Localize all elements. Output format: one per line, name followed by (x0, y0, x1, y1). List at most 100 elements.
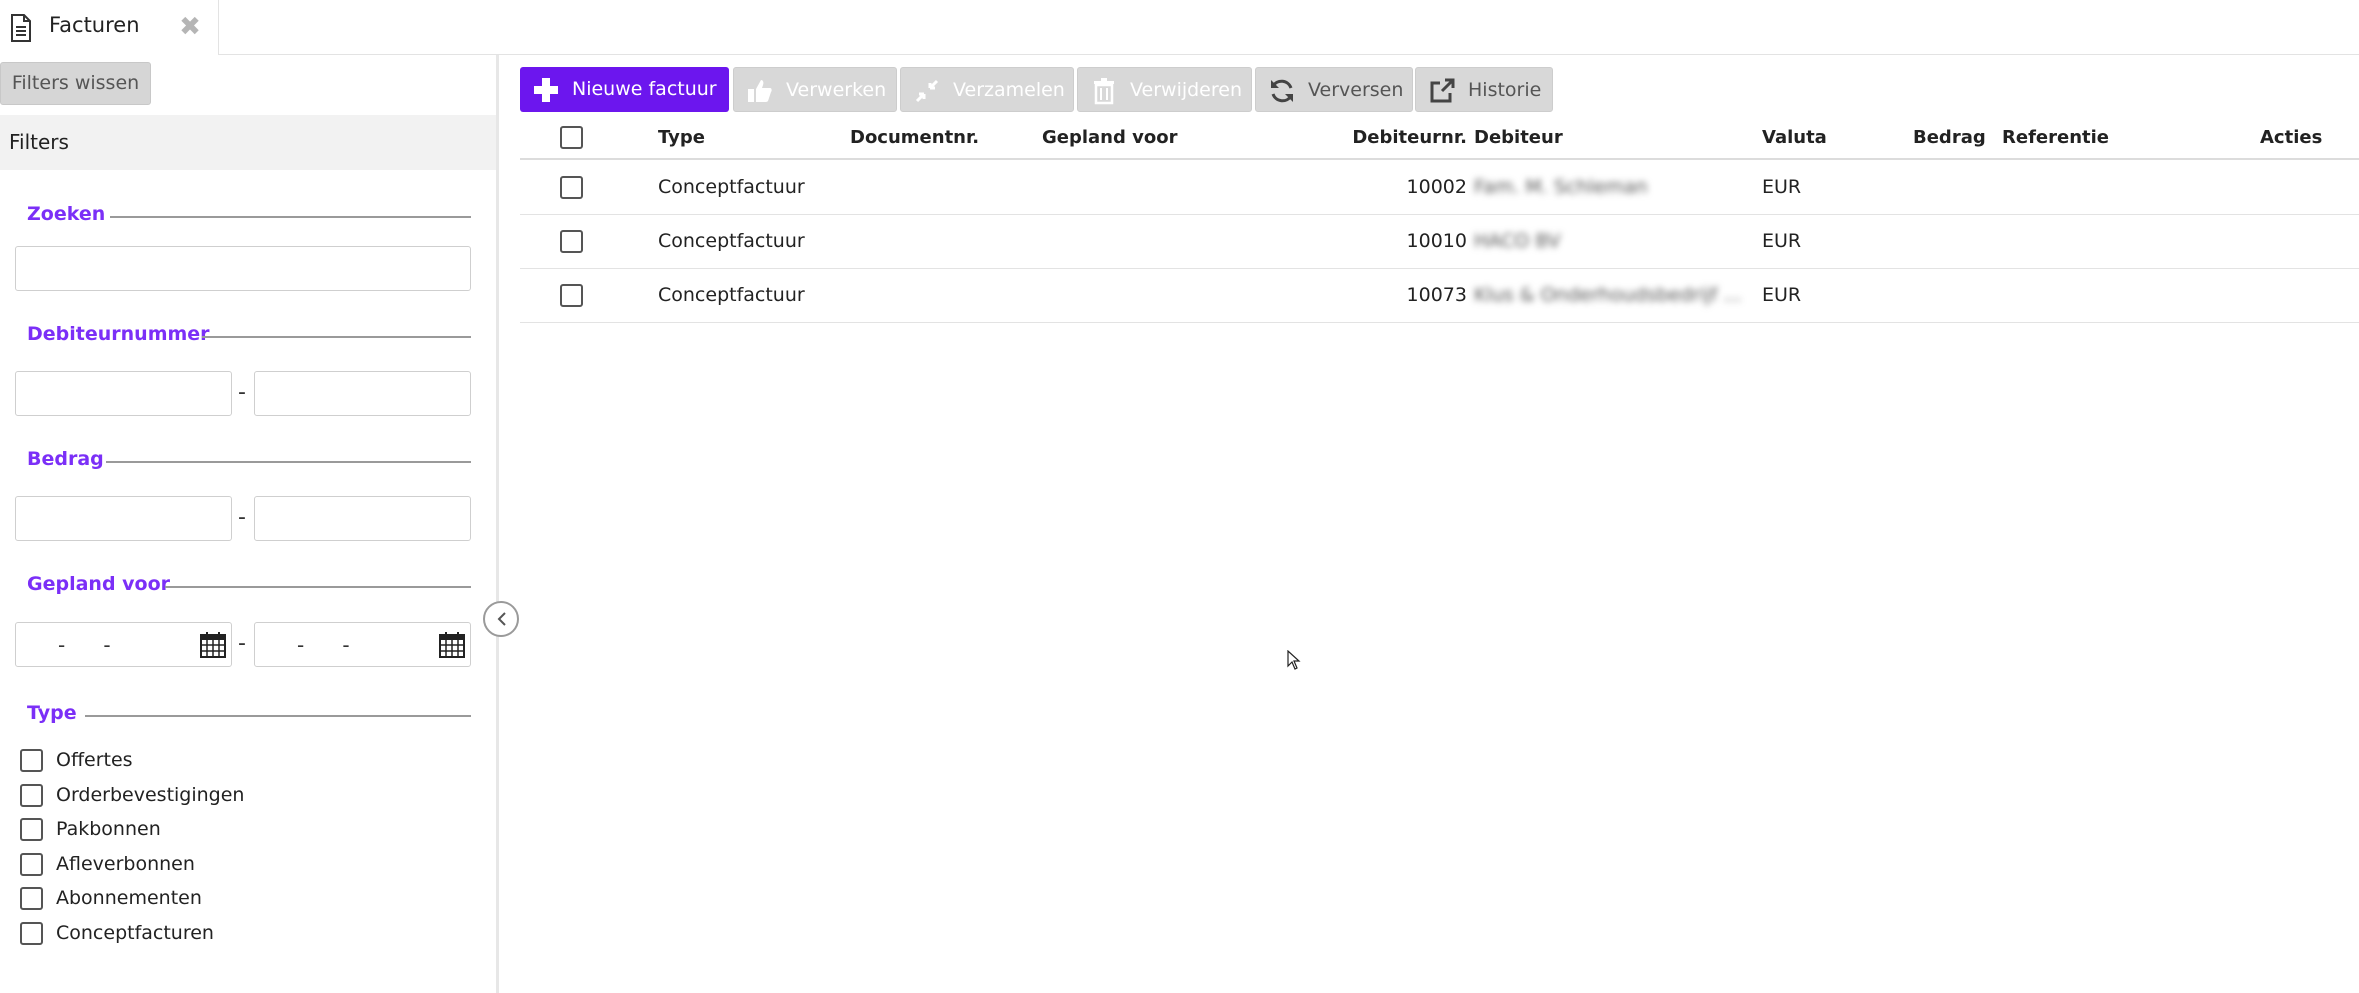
calendar-icon[interactable] (200, 632, 226, 658)
amount-to-input[interactable] (254, 496, 471, 541)
section-divider (106, 461, 471, 463)
filter-sidebar: Filters wissen Filters Zoeken Debiteurnu… (0, 55, 496, 993)
checkbox-label: Orderbevestigingen (56, 784, 245, 806)
button-label: Nieuwe factuur (572, 78, 717, 100)
collect-button[interactable]: Verzamelen (900, 67, 1074, 112)
section-title-search: Zoeken (27, 203, 106, 225)
search-input[interactable] (15, 246, 471, 291)
type-option-afleverbonnen[interactable]: Afleverbonnen (20, 851, 195, 877)
column-header-debtor[interactable]: Debiteur (1474, 127, 1563, 148)
cell-type: Conceptfactuur (658, 230, 805, 252)
plus-icon (534, 78, 558, 102)
select-all-checkbox[interactable] (560, 126, 583, 149)
section-title-scheduled-for: Gepland voor (27, 573, 171, 595)
range-separator: - (238, 505, 246, 530)
sidebar-divider[interactable] (496, 55, 499, 993)
type-option-conceptfacturen[interactable]: Conceptfacturen (20, 920, 214, 946)
column-header-amount[interactable]: Bedrag (1913, 127, 1986, 148)
checkbox-label: Offertes (56, 749, 133, 771)
clear-filters-button[interactable]: Filters wissen (0, 62, 151, 105)
compress-icon (915, 79, 939, 103)
table-row[interactable]: Conceptfactuur 10010 HACO BV EUR (520, 215, 2359, 269)
close-icon[interactable]: ✖ (178, 14, 202, 40)
delete-button[interactable]: Verwijderen (1077, 67, 1252, 112)
calendar-icon[interactable] (439, 632, 465, 658)
checkbox[interactable] (20, 783, 43, 807)
filters-header: Filters (0, 115, 496, 170)
range-separator: - (238, 631, 246, 656)
cell-debtor-nr: 10002 (1406, 176, 1467, 198)
checkbox-label: Pakbonnen (56, 818, 161, 840)
table-row[interactable]: Conceptfactuur 10073 Klus & Onderhoudsbe… (520, 269, 2359, 323)
document-icon (11, 14, 31, 42)
cell-currency: EUR (1762, 230, 1802, 252)
cell-debtor: Fam. M. Schleman (1474, 176, 1648, 198)
checkbox-label: Afleverbonnen (56, 853, 195, 875)
checkbox[interactable] (20, 921, 43, 945)
column-header-debtor-nr[interactable]: Debiteurnr. (1300, 127, 1467, 148)
checkbox[interactable] (20, 852, 43, 876)
checkbox[interactable] (20, 748, 43, 772)
section-divider (202, 336, 471, 338)
type-option-pakbonnen[interactable]: Pakbonnen (20, 816, 161, 842)
column-header-currency[interactable]: Valuta (1762, 127, 1827, 148)
cell-debtor-nr: 10010 (1406, 230, 1467, 252)
checkbox-label: Abonnementen (56, 887, 202, 909)
cell-debtor-nr: 10073 (1406, 284, 1467, 306)
section-title-amount: Bedrag (27, 448, 104, 470)
section-title-debtor-number: Debiteurnummer (27, 323, 210, 345)
cell-type: Conceptfactuur (658, 284, 805, 306)
date-placeholder: - - (297, 633, 350, 657)
section-divider (85, 715, 471, 717)
button-label: Verwijderen (1130, 79, 1242, 101)
process-button[interactable]: Verwerken (733, 67, 897, 112)
row-checkbox[interactable] (560, 284, 583, 307)
type-option-orderbevestigingen[interactable]: Orderbevestigingen (20, 782, 244, 808)
date-from-input[interactable]: - - (15, 622, 232, 667)
type-option-abonnementen[interactable]: Abonnementen (20, 885, 202, 911)
cell-currency: EUR (1762, 284, 1802, 306)
column-header-document-nr[interactable]: Documentnr. (850, 127, 979, 148)
new-invoice-button[interactable]: Nieuwe factuur (520, 67, 729, 112)
collapse-sidebar-button[interactable] (483, 601, 519, 637)
column-header-actions: Acties (2260, 127, 2323, 148)
checkbox[interactable] (20, 817, 43, 841)
checkbox[interactable] (20, 886, 43, 910)
section-divider (110, 216, 471, 218)
checkbox-label: Conceptfacturen (56, 922, 214, 944)
thumbs-up-icon (748, 80, 772, 102)
chevron-left-icon (497, 612, 506, 626)
button-label: Verwerken (786, 79, 887, 101)
date-to-input[interactable]: - - (254, 622, 471, 667)
row-checkbox[interactable] (560, 230, 583, 253)
button-label: Historie (1468, 79, 1542, 101)
section-divider (165, 586, 471, 588)
button-label: Verzamelen (953, 79, 1065, 101)
debtor-number-to-input[interactable] (254, 371, 471, 416)
row-checkbox[interactable] (560, 176, 583, 199)
cell-type: Conceptfactuur (658, 176, 805, 198)
debtor-number-from-input[interactable] (15, 371, 232, 416)
button-label: Verversen (1308, 79, 1404, 101)
tab-bar: Facturen ✖ (0, 0, 2359, 55)
column-header-type[interactable]: Type (658, 127, 705, 148)
column-header-reference[interactable]: Referentie (2002, 127, 2109, 148)
range-separator: - (238, 380, 246, 405)
section-title-type: Type (27, 702, 77, 724)
mouse-cursor-icon (1287, 650, 1301, 670)
cell-debtor: HACO BV (1474, 230, 1561, 252)
tab-label: Facturen (49, 13, 140, 37)
refresh-icon (1271, 79, 1293, 103)
tab-facturen[interactable]: Facturen ✖ (0, 0, 219, 55)
table-row[interactable]: Conceptfactuur 10002 Fam. M. Schleman EU… (520, 161, 2359, 215)
date-placeholder: - - (58, 633, 111, 657)
refresh-button[interactable]: Verversen (1255, 67, 1413, 112)
external-link-icon (1430, 78, 1455, 103)
column-header-scheduled-for[interactable]: Gepland voor (1042, 127, 1178, 148)
type-option-offertes[interactable]: Offertes (20, 747, 133, 773)
cell-currency: EUR (1762, 176, 1802, 198)
amount-from-input[interactable] (15, 496, 232, 541)
trash-icon (1094, 78, 1114, 105)
cell-debtor: Klus & Onderhoudsbedrijf ... (1474, 284, 1742, 306)
history-button[interactable]: Historie (1415, 67, 1553, 112)
